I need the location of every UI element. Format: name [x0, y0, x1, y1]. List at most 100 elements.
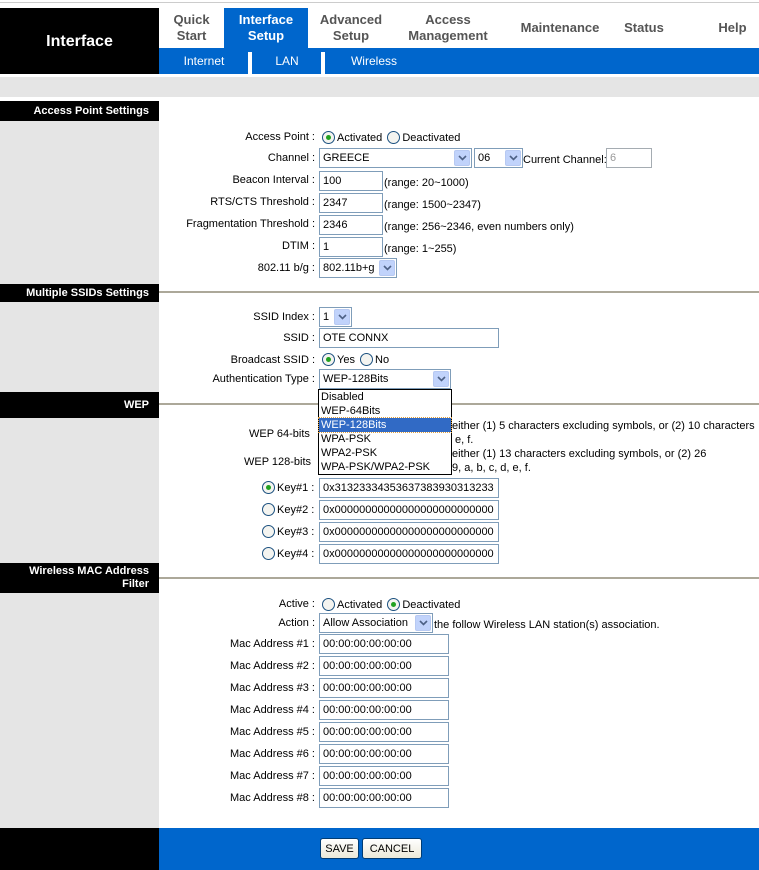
mac-address-input[interactable]: 00:00:00:00:00:00 [319, 722, 449, 742]
tab-maintenance[interactable]: Maintenance [508, 8, 612, 48]
beacon-interval-input[interactable]: 100 [319, 171, 383, 191]
tab-access-management[interactable]: Access Management [394, 8, 502, 48]
footer-left-panel [0, 828, 159, 870]
key-2-input[interactable]: 0x00000000000000000000000000 [319, 500, 499, 520]
header-spacer-bar [0, 77, 759, 97]
section-divider [159, 577, 759, 579]
beacon-interval-label: Beacon Interval : [232, 174, 315, 186]
chevron-down-icon [415, 615, 431, 631]
key-3-radio[interactable] [262, 525, 275, 538]
current-channel-field: 6 [606, 148, 652, 168]
ssid-input[interactable]: OTE CONNX [319, 328, 499, 348]
key-1-label: Key#1 : [277, 481, 315, 494]
authentication-type-label: Authentication Type : [212, 373, 315, 385]
mac-address-label: Mac Address #6 : [230, 748, 315, 760]
mac-filter-title-line1: Wireless MAC Address [29, 565, 149, 577]
wep-64-note: either (1) 5 characters excluding symbol… [452, 420, 755, 432]
channel-value: 06 [478, 152, 491, 164]
mac-address-input[interactable]: 00:00:00:00:00:00 [319, 634, 449, 654]
auth-option-wpa2-psk[interactable]: WPA2-PSK [319, 446, 451, 460]
chevron-down-icon [334, 309, 350, 325]
authentication-type-select[interactable]: WEP-128Bits [319, 369, 451, 389]
mac-filter-title-line2: Filter [122, 578, 149, 590]
tab-advanced-setup[interactable]: Advanced Setup [308, 8, 394, 48]
mac-address-input[interactable]: 00:00:00:00:00:00 [319, 700, 449, 720]
country-select[interactable]: GREECE [319, 148, 472, 168]
auth-option-wep-64[interactable]: WEP-64Bits [319, 404, 451, 418]
dtim-label: DTIM : [282, 240, 315, 252]
wep-128-label: WEP 128-bits [244, 456, 312, 468]
mac-address-input[interactable]: 00:00:00:00:00:00 [319, 656, 449, 676]
key-1-radio[interactable] [262, 481, 275, 494]
broadcast-no-radio[interactable] [360, 353, 374, 366]
cancel-button[interactable]: CANCEL [362, 838, 422, 859]
mac-filter-active-radio-group: Activated Deactivated [322, 598, 462, 611]
key-3-input[interactable]: 0x00000000000000000000000000 [319, 522, 499, 542]
mac-address-label: Mac Address #5 : [230, 726, 315, 738]
auth-option-wpa-psk[interactable]: WPA-PSK [319, 432, 451, 446]
tab-quick-start[interactable]: Quick Start [159, 8, 224, 48]
access-point-activated-radio[interactable] [322, 131, 335, 144]
chevron-down-icon [379, 260, 395, 276]
section-divider [159, 403, 759, 405]
country-value: GREECE [323, 152, 370, 164]
auth-option-wpa-wpa2-psk[interactable]: WPA-PSK/WPA2-PSK [319, 460, 451, 474]
mac-address-label: Mac Address #8 : [230, 792, 315, 804]
rts-threshold-input[interactable]: 2347 [319, 193, 383, 213]
wep-128-note-cont: 9, a, b, c, d, e, f. [452, 462, 531, 474]
mac-filter-activated-radio[interactable] [322, 598, 335, 611]
key-2-radio[interactable] [262, 503, 275, 516]
subtab-lan[interactable]: LAN [252, 48, 322, 74]
subtab-wireless[interactable]: Wireless [325, 48, 423, 74]
activated-label: Activated [337, 131, 383, 144]
page-brand-title: Interface [0, 8, 159, 74]
auth-option-wep-128[interactable]: WEP-128Bits [318, 417, 452, 433]
chevron-down-icon [505, 150, 521, 166]
footer-bar [159, 828, 759, 870]
fragmentation-threshold-input[interactable]: 2346 [319, 215, 383, 235]
subtab-internet[interactable]: Internet [159, 48, 249, 74]
mac-filter-deactivated-radio[interactable] [387, 598, 401, 611]
access-point-deactivated-radio[interactable] [387, 131, 401, 144]
no-label: No [375, 353, 390, 366]
left-column-panel [0, 593, 159, 828]
activated-label: Activated [337, 598, 383, 611]
key-2-label: Key#2 : [277, 503, 315, 516]
wireless-mode-label: 802.11 b/g : [257, 262, 315, 274]
wireless-mode-select[interactable]: 802.11b+g [319, 258, 397, 278]
tab-help[interactable]: Help [706, 8, 759, 48]
tab-status[interactable]: Status [612, 8, 676, 48]
section-header-mac-filter: Wireless MAC Address Filter [0, 563, 159, 593]
tab-interface-setup[interactable]: Interface Setup [224, 8, 308, 48]
key-4-radio[interactable] [262, 547, 275, 560]
key-4-input[interactable]: 0x00000000000000000000000000 [319, 544, 499, 564]
key-1-input[interactable]: 0x31323334353637383930313233 [319, 478, 499, 498]
authentication-type-dropdown-list: Disabled WEP-64Bits WEP-128Bits WPA-PSK … [318, 389, 452, 475]
broadcast-yes-radio[interactable] [322, 353, 335, 366]
ssid-index-select[interactable]: 1 [319, 307, 352, 327]
ssid-index-label: SSID Index : [253, 311, 315, 323]
rts-threshold-range: (range: 1500~2347) [384, 199, 481, 211]
wep-128-note: either (1) 13 characters excluding symbo… [452, 448, 707, 460]
mac-address-input[interactable]: 00:00:00:00:00:00 [319, 744, 449, 764]
left-column-panel [0, 121, 159, 284]
wep-64-note-cont: e, f. [455, 434, 474, 446]
broadcast-ssid-label: Broadcast SSID : [230, 354, 315, 366]
mac-address-input[interactable]: 00:00:00:00:00:00 [319, 678, 449, 698]
channel-label: Channel : [267, 152, 315, 164]
mac-address-input[interactable]: 00:00:00:00:00:00 [319, 788, 449, 808]
save-button[interactable]: SAVE [320, 838, 359, 859]
key-1-row: Key#1 : [262, 481, 316, 494]
mac-filter-action-note: the follow Wireless LAN station(s) assoc… [434, 619, 660, 631]
mac-address-input[interactable]: 00:00:00:00:00:00 [319, 766, 449, 786]
mac-filter-action-value: Allow Association [323, 617, 408, 629]
rts-threshold-label: RTS/CTS Threshold : [210, 196, 315, 208]
mac-filter-active-label: Active : [278, 598, 315, 610]
access-point-label: Access Point : [245, 131, 315, 143]
key-2-row: Key#2 : [262, 503, 316, 516]
mac-filter-action-select[interactable]: Allow Association [319, 613, 433, 633]
auth-option-disabled[interactable]: Disabled [319, 390, 451, 404]
chevron-down-icon [454, 150, 470, 166]
channel-select[interactable]: 06 [474, 148, 523, 168]
dtim-input[interactable]: 1 [319, 237, 383, 257]
